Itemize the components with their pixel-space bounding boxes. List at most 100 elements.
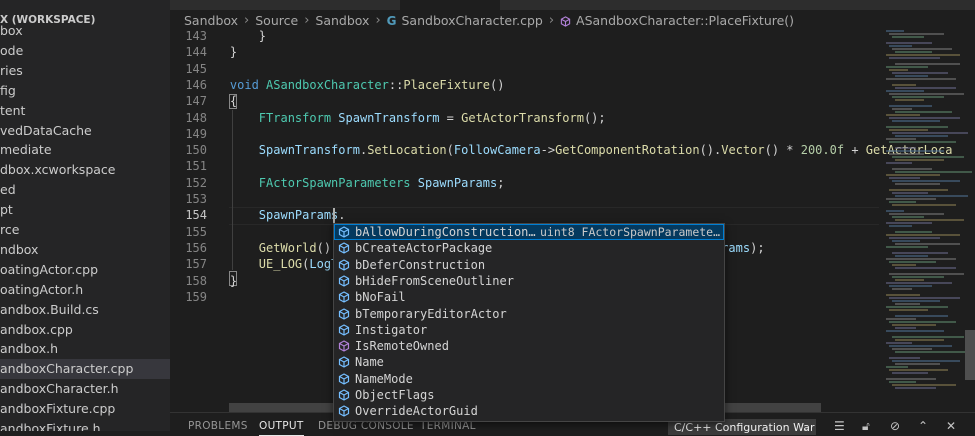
code-token: (); <box>583 110 606 125</box>
suggestion-item[interactable]: NameMode <box>334 371 724 387</box>
minimap-row <box>895 255 928 257</box>
code-token: ( <box>446 143 454 158</box>
code-token: (). <box>699 143 722 158</box>
explorer-file-item[interactable]: andbox.h <box>0 339 170 359</box>
explorer-file-item[interactable]: rce <box>0 220 170 240</box>
code-token: } <box>201 45 238 60</box>
code-token: FollowCamera <box>453 143 541 158</box>
suggestion-item[interactable]: bCreateActorPackage <box>334 240 724 256</box>
explorer-file-item[interactable]: fig <box>0 81 170 101</box>
suggestion-item[interactable]: OverrideActorGuid <box>334 403 724 419</box>
explorer-file-item[interactable]: andboxFixture.h <box>0 419 170 431</box>
code-line[interactable]: } <box>201 28 266 44</box>
code-line[interactable]: } <box>201 44 237 60</box>
suggestion-item[interactable]: bDeferConstruction <box>334 257 724 273</box>
suggestion-item[interactable]: ObjectFlags <box>334 387 724 403</box>
explorer-file-item[interactable]: dbox.xcworkspace <box>0 160 170 180</box>
minimap-row <box>889 201 916 203</box>
code-line[interactable]: FTransform SpawnTransform = GetActorTran… <box>201 110 606 126</box>
minimap-row <box>892 96 944 98</box>
suggestion-item[interactable]: bAllowDuringConstruction… uint8 FActorSpa… <box>334 224 724 240</box>
suggestion-item[interactable]: bTemporaryEditorActor <box>334 306 724 322</box>
code-token: GetActorTransform <box>461 110 584 125</box>
explorer-file-item[interactable]: andboxFixture.cpp <box>0 399 170 419</box>
minimap-row <box>892 84 916 86</box>
minimap-row <box>889 141 956 143</box>
code-line[interactable]: SpawnParams. <box>201 207 346 223</box>
explorer-file-item[interactable]: andboxCharacter.cpp <box>0 359 170 380</box>
minimap-row <box>889 321 956 323</box>
code-line[interactable]: UE_LOG(LogTe <box>201 256 346 272</box>
chevron-down-icon: ⌄ <box>801 421 811 434</box>
minimap-row <box>889 381 916 383</box>
minimap-row <box>892 240 920 242</box>
minimap-row <box>892 168 932 170</box>
suggestion-item[interactable]: Name <box>334 354 724 370</box>
suggestion-item[interactable]: Instigator <box>334 322 724 338</box>
explorer-file-item[interactable]: mediate <box>0 140 170 160</box>
explorer-file-item[interactable]: oatingActor.h <box>0 280 170 300</box>
suggestion-item[interactable]: bNoFail <box>334 289 724 305</box>
minimap-row <box>886 78 956 80</box>
explorer-file-item[interactable]: andboxCharacter.h <box>0 379 170 399</box>
explorer-file-item[interactable]: ndbox <box>0 240 170 260</box>
minimap-row <box>886 90 924 92</box>
active-editor-tab[interactable] <box>400 0 500 10</box>
code-line[interactable]: } <box>201 273 237 289</box>
explorer-file-item[interactable]: ed <box>0 180 170 200</box>
line-number: 145 <box>185 61 207 76</box>
line-number: 153 <box>185 192 207 206</box>
minimap-row <box>895 303 920 305</box>
minimap-row <box>889 93 964 95</box>
minimap-row <box>889 117 960 119</box>
minimap-row <box>889 189 948 191</box>
explorer-file-item[interactable]: pt <box>0 200 170 220</box>
minimap-row <box>895 195 968 197</box>
code-line[interactable]: FActorSpawnParameters SpawnParams; <box>201 175 505 191</box>
code-token: ASandboxCharacter <box>266 77 389 92</box>
minimap-row <box>886 162 912 164</box>
vertical-scrollbar[interactable] <box>965 330 975 380</box>
explorer-file-item[interactable]: andbox.Build.cs <box>0 300 170 320</box>
suggestion-item[interactable]: bHideFromSceneOutliner <box>334 273 724 289</box>
minimap-row <box>889 285 932 287</box>
code-line[interactable]: SpawnTransform.SetLocation(FollowCamera-… <box>201 142 953 158</box>
minimap-row <box>895 243 960 245</box>
minimap-row <box>886 258 956 260</box>
breadcrumb-part[interactable]: Sandbox <box>315 12 369 30</box>
minimap-row <box>886 234 960 236</box>
autocomplete-suggestions: bAllowDuringConstruction… uint8 FActorSpa… <box>333 223 725 422</box>
minimap-row <box>895 327 916 329</box>
minimap-row <box>889 357 920 359</box>
method-icon <box>338 340 350 352</box>
code-token: GetComponentRotation <box>555 143 700 158</box>
breadcrumb-file[interactable]: SandboxCharacter.cpp <box>402 12 543 30</box>
minimap-row <box>886 282 952 284</box>
code-line[interactable]: void ASandboxCharacter::PlaceFixture() <box>201 77 505 93</box>
code-token: = <box>439 110 462 125</box>
chevron-right-icon: › <box>548 13 555 28</box>
minimap-row <box>892 252 948 254</box>
explorer-file-item[interactable]: andbox.cpp <box>0 320 170 340</box>
breadcrumb-symbol[interactable]: ASandboxCharacter::PlaceFixture() <box>576 12 794 30</box>
code-token: PlaceFixture <box>403 77 491 92</box>
code-token: UE_LOG <box>201 257 303 272</box>
explorer-file-item[interactable]: vedDataCache <box>0 121 170 141</box>
minimap-row <box>886 378 936 380</box>
explorer-file-item[interactable]: oatingActor.cpp <box>0 260 170 280</box>
minimap-row <box>889 213 944 215</box>
explorer-file-item[interactable]: ode <box>0 41 170 61</box>
explorer-file-item[interactable]: tent <box>0 101 170 121</box>
code-token: () * <box>764 143 801 158</box>
chevron-right-icon: › <box>304 13 310 28</box>
explorer-file-item[interactable]: box <box>0 21 170 41</box>
suggestion-label: ObjectFlags <box>355 388 435 402</box>
explorer-file-item[interactable]: ries <box>0 61 170 81</box>
suggestion-item[interactable]: IsRemoteOwned <box>334 338 724 354</box>
minimap-row <box>892 72 948 74</box>
code-line[interactable]: { <box>201 93 237 109</box>
suggestion-label: Instigator <box>355 322 428 337</box>
minimap-row <box>895 219 964 221</box>
minimap[interactable] <box>880 30 975 400</box>
minimap-row <box>892 36 924 38</box>
